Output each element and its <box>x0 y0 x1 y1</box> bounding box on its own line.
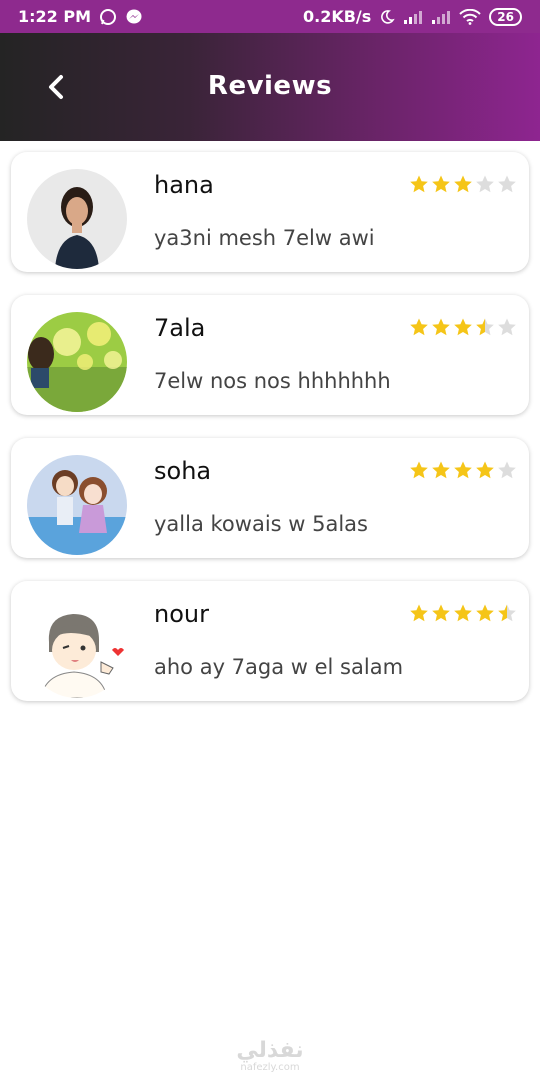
app-bar: Reviews <box>0 33 540 141</box>
star-half-icon <box>476 318 494 336</box>
page-title: Reviews <box>207 71 333 101</box>
avatar <box>27 598 127 698</box>
star-full-icon <box>432 175 450 193</box>
star-full-icon <box>476 604 494 622</box>
review-comment: ya3ni mesh 7elw awi <box>154 226 375 250</box>
rating-stars <box>409 603 517 623</box>
review-comment: aho ay 7aga w el salam <box>154 655 404 679</box>
review-card[interactable]: 7ala 7elw nos nos hhhhhhh <box>11 295 529 415</box>
rating-stars <box>409 317 517 337</box>
avatar <box>27 169 127 269</box>
reviewer-name: soha <box>154 457 212 485</box>
avatar <box>27 455 127 555</box>
reviews-list: hana ya3ni mesh 7elw awi 7ala 7elw nos n… <box>11 152 529 724</box>
star-full-icon <box>410 461 428 479</box>
review-comment: 7elw nos nos hhhhhhh <box>154 369 391 393</box>
whatsapp-icon <box>99 8 117 26</box>
star-full-icon <box>432 461 450 479</box>
avatar <box>27 312 127 412</box>
star-full-icon <box>432 604 450 622</box>
status-bar: 1:22 PM 0.2KB/s 26 <box>0 0 540 33</box>
watermark-arabic: نفذلي <box>236 1038 304 1063</box>
rating-stars <box>409 174 517 194</box>
star-full-icon <box>454 604 472 622</box>
review-card[interactable]: nour aho ay 7aga w el salam <box>11 581 529 701</box>
star-full-icon <box>410 175 428 193</box>
signal-icon <box>403 9 423 25</box>
review-comment: yalla kowais w 5alas <box>154 512 368 536</box>
star-full-icon <box>454 175 472 193</box>
star-full-icon <box>432 318 450 336</box>
battery-icon: 26 <box>489 7 522 26</box>
review-card[interactable]: soha yalla kowais w 5alas <box>11 438 529 558</box>
signal-icon <box>431 9 451 25</box>
status-left: 1:22 PM <box>18 7 143 26</box>
review-card[interactable]: hana ya3ni mesh 7elw awi <box>11 152 529 272</box>
wifi-icon <box>459 8 482 25</box>
star-empty-icon <box>498 461 516 479</box>
star-full-icon <box>410 604 428 622</box>
star-full-icon <box>454 318 472 336</box>
rating-stars <box>409 460 517 480</box>
network-speed: 0.2KB/s <box>302 7 372 26</box>
star-half-icon <box>498 604 516 622</box>
star-empty-icon <box>498 175 516 193</box>
messenger-icon <box>125 8 143 26</box>
watermark: نفذلي nafezly.com <box>0 1038 540 1074</box>
star-empty-icon <box>476 175 494 193</box>
status-right: 0.2KB/s 26 <box>303 7 522 26</box>
star-empty-icon <box>498 318 516 336</box>
status-time: 1:22 PM <box>18 7 92 26</box>
moon-icon <box>379 9 395 25</box>
star-full-icon <box>454 461 472 479</box>
reviewer-name: 7ala <box>154 314 206 342</box>
watermark-latin: nafezly.com <box>240 1062 300 1073</box>
star-full-icon <box>410 318 428 336</box>
star-full-icon <box>476 461 494 479</box>
reviewer-name: hana <box>154 171 214 199</box>
reviewer-name: nour <box>154 600 209 628</box>
